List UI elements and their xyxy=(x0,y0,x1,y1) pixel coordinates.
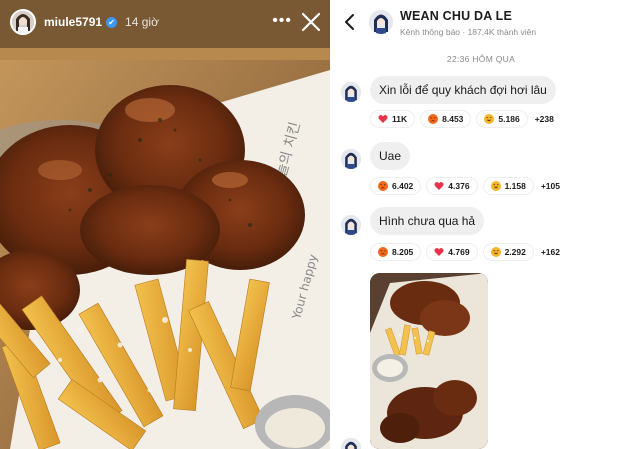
heart-icon xyxy=(434,248,444,256)
reaction-count: 6.402 xyxy=(392,181,414,191)
laughing-face-icon xyxy=(490,247,501,257)
reaction-chip[interactable]: 6.402 xyxy=(370,177,422,195)
reaction-chip[interactable]: 4.769 xyxy=(426,243,478,261)
story-username[interactable]: miule5791 xyxy=(44,15,102,29)
reaction-chip[interactable]: 5.186 xyxy=(476,110,528,128)
reaction-bar: 8.205 4.769 2.292 +162 xyxy=(370,242,560,262)
reaction-chip[interactable]: 4.376 xyxy=(426,177,478,195)
channel-header: WEAN CHU DA LE Kênh thông báo · 187,4K t… xyxy=(333,0,629,46)
reaction-count: 4.769 xyxy=(448,247,470,257)
heart-icon xyxy=(378,115,388,123)
close-icon[interactable] xyxy=(300,11,322,33)
reaction-count: 11K xyxy=(392,114,408,124)
story-avatar[interactable] xyxy=(10,9,36,35)
avatar-icon xyxy=(341,215,361,235)
message-timestamp: 22:36 HÔM QUA xyxy=(446,54,516,64)
channel-panel: WEAN CHU DA LE Kênh thông báo · 187,4K t… xyxy=(333,0,629,449)
angry-face-icon xyxy=(378,247,388,257)
message-bubble[interactable]: Xin lỗi để quy khách đợi hơi lâu xyxy=(370,76,556,104)
reaction-chip[interactable]: 1.158 xyxy=(482,177,534,195)
reaction-chip[interactable]: 11K xyxy=(370,110,416,128)
fried-chicken-photo: 오늘의 치킨 Your happy xyxy=(0,0,330,449)
laughing-face-icon xyxy=(484,114,495,124)
channel-subtitle: Kênh thông báo · 187,4K thành viên xyxy=(400,27,537,37)
message-avatar[interactable] xyxy=(341,82,361,102)
back-arrow-icon[interactable] xyxy=(343,13,357,31)
message-avatar[interactable] xyxy=(341,438,361,449)
reaction-count: 1.158 xyxy=(504,181,526,191)
avatar-icon xyxy=(341,149,361,169)
reaction-count: 2.292 xyxy=(504,247,526,257)
channel-name[interactable]: WEAN CHU DA LE xyxy=(400,9,512,23)
channel-avatar-icon xyxy=(369,10,393,34)
photo-message[interactable] xyxy=(370,273,488,449)
story-time-ago: 14 giờ xyxy=(125,15,159,29)
angry-face-icon xyxy=(428,114,439,124)
laughing-face-icon xyxy=(490,181,501,191)
reaction-chip[interactable]: 2.292 xyxy=(482,243,534,261)
more-reactions-count[interactable]: +162 xyxy=(539,247,560,257)
reaction-chip[interactable]: 8.205 xyxy=(370,243,422,261)
more-reactions-count[interactable]: +105 xyxy=(539,181,560,191)
message-bubble[interactable]: Hình chưa qua hả xyxy=(370,207,485,235)
screenshot-root: 오늘의 치킨 Your happy miule5791 ✔ 14 giờ •••… xyxy=(0,0,629,449)
more-options-icon[interactable]: ••• xyxy=(272,12,292,30)
reaction-count: 5.186 xyxy=(498,114,520,124)
message-bubble[interactable]: Uae xyxy=(370,142,411,170)
reaction-bar: 6.402 4.376 1.158 +105 xyxy=(370,176,560,196)
food-photo-thumbnail xyxy=(370,273,488,449)
message-avatar[interactable] xyxy=(341,149,361,169)
heart-icon xyxy=(434,182,444,190)
angry-face-icon xyxy=(378,181,388,191)
reaction-count: 8.453 xyxy=(442,114,464,124)
reaction-count: 8.205 xyxy=(392,247,414,257)
more-reactions-count[interactable]: +238 xyxy=(533,114,554,124)
story-viewer[interactable]: 오늘의 치킨 Your happy miule5791 ✔ 14 giờ ••• xyxy=(0,0,330,449)
reaction-chip[interactable]: 8.453 xyxy=(420,110,472,128)
reaction-count: 4.376 xyxy=(448,181,470,191)
reaction-bar: 11K 8.453 5.186 +238 xyxy=(370,109,554,129)
verified-badge-icon: ✔ xyxy=(106,16,118,28)
avatar-icon xyxy=(341,82,361,102)
message-avatar[interactable] xyxy=(341,215,361,235)
avatar-face-icon xyxy=(12,11,34,33)
channel-avatar[interactable] xyxy=(369,10,393,34)
avatar-icon xyxy=(341,438,361,449)
